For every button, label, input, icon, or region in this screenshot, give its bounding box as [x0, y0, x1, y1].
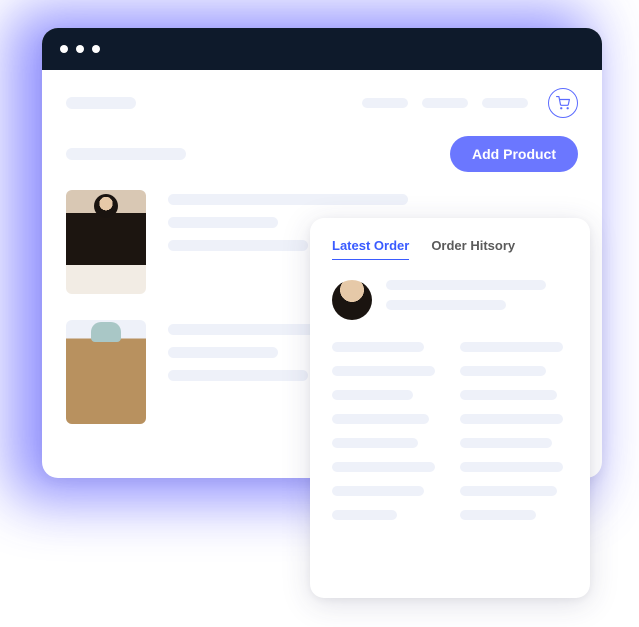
order-column-right	[460, 342, 568, 534]
nav-item-placeholder[interactable]	[422, 98, 468, 108]
cart-icon	[556, 96, 570, 110]
text-placeholder	[460, 414, 563, 424]
order-panel: Latest Order Order Hitsory	[310, 218, 590, 598]
window-control-dot[interactable]	[60, 45, 68, 53]
text-placeholder	[168, 217, 278, 228]
order-column-left	[332, 342, 440, 534]
text-placeholder	[460, 510, 536, 520]
window-titlebar	[42, 28, 602, 70]
order-user-info	[386, 280, 568, 320]
window-control-dot[interactable]	[76, 45, 84, 53]
text-placeholder	[332, 342, 424, 352]
text-placeholder	[332, 510, 397, 520]
add-product-button[interactable]: Add Product	[450, 136, 578, 172]
text-placeholder	[168, 370, 308, 381]
avatar	[332, 280, 372, 320]
text-placeholder	[332, 486, 424, 496]
text-placeholder	[332, 462, 435, 472]
text-placeholder	[460, 462, 563, 472]
window-control-dot[interactable]	[92, 45, 100, 53]
tab-order-history[interactable]: Order Hitsory	[431, 238, 515, 260]
header-nav	[362, 88, 578, 118]
page-title-placeholder	[66, 148, 186, 160]
text-placeholder	[460, 438, 552, 448]
nav-item-placeholder[interactable]	[482, 98, 528, 108]
product-image	[66, 320, 146, 424]
text-placeholder	[460, 366, 546, 376]
text-placeholder	[386, 280, 546, 290]
text-placeholder	[460, 342, 563, 352]
order-details	[332, 342, 568, 534]
text-placeholder	[332, 414, 429, 424]
text-placeholder	[386, 300, 506, 310]
tab-latest-order[interactable]: Latest Order	[332, 238, 409, 260]
header	[42, 70, 602, 126]
text-placeholder	[168, 347, 278, 358]
subheader: Add Product	[42, 126, 602, 190]
text-placeholder	[460, 486, 557, 496]
text-placeholder	[168, 194, 408, 205]
text-placeholder	[332, 366, 435, 376]
text-placeholder	[460, 390, 557, 400]
text-placeholder	[332, 438, 418, 448]
text-placeholder	[332, 390, 413, 400]
order-tabs: Latest Order Order Hitsory	[332, 238, 568, 260]
logo-placeholder	[66, 97, 136, 109]
cart-button[interactable]	[548, 88, 578, 118]
product-image	[66, 190, 146, 294]
order-user-row	[332, 280, 568, 320]
text-placeholder	[168, 240, 308, 251]
nav-item-placeholder[interactable]	[362, 98, 408, 108]
